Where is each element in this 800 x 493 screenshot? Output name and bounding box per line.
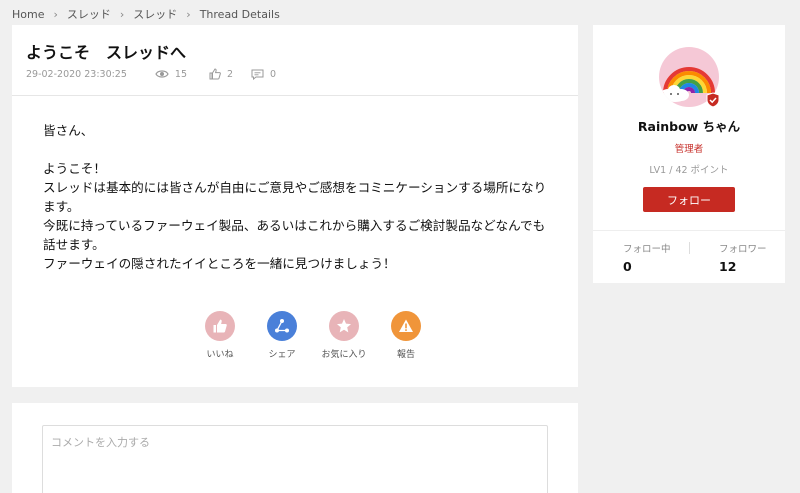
warning-icon [391,311,421,341]
post-body: 皆さん、 ようこそ！ スレッドは基本的には皆さんが自由にご意見やご感想をコミニケ… [43,121,555,273]
report-label: 報告 [396,350,415,360]
breadcrumb: Home › スレッド › スレッド › Thread Details [12,6,280,22]
chevron-right-icon: › [119,7,125,21]
comments-stat: 0 [251,69,276,80]
comments-count: 0 [270,68,277,80]
profile-role: 管理者 [674,144,704,155]
following-label: フォロー中 [623,244,671,255]
likes-stat: 2 [209,68,233,80]
follow-button[interactable]: フォロー [643,187,735,212]
divider [593,230,785,231]
views-stat: 15 [155,69,187,80]
breadcrumb-home[interactable]: Home [12,8,44,21]
following-stat[interactable]: フォロー中 0 [623,241,719,274]
profile-level: LV1 / 42 ポイント [649,165,729,176]
admin-badge-icon [706,92,720,108]
thumbs-up-outline-icon [209,68,221,80]
following-count: 0 [623,259,632,274]
eye-icon [155,70,169,78]
body-welcome: ようこそ！ [43,161,106,176]
share-icon [267,311,297,341]
favorite-label: お気に入り [321,350,367,360]
chevron-right-icon: › [53,7,58,21]
like-button[interactable]: いいね [189,311,251,360]
body-greeting: 皆さん、 [43,123,94,138]
breadcrumb-thread-1[interactable]: スレッド [67,6,111,22]
followers-label: フォロワー [719,244,767,255]
comment-card [12,403,578,493]
post-meta: 29-02-2020 23:30:25 15 2 0 [26,68,276,80]
post-title: ようこそ スレッドへ [26,43,187,62]
like-label: いいね [206,350,234,360]
breadcrumb-current: Thread Details [199,7,280,21]
profile-card: Rainbow ちゃん 管理者 LV1 / 42 ポイント フォロー フォロー中… [593,25,785,283]
views-count: 15 [174,68,187,80]
body-paragraph-1: スレッドは基本的には皆さんが自由にご意見やご感想をコミニケーションする場所になり… [43,180,547,214]
likes-count: 2 [227,68,234,80]
comment-icon [251,69,264,80]
divider [12,95,578,96]
post-date: 29-02-2020 23:30:25 [26,68,127,80]
post-actions: いいね シェア お気に入り 報告 [189,311,437,360]
share-label: シェア [268,350,296,360]
share-button[interactable]: シェア [251,311,313,360]
report-button[interactable]: 報告 [375,311,437,360]
profile-name[interactable]: Rainbow ちゃん [593,116,785,135]
divider [689,242,690,254]
followers-stat[interactable]: フォロワー 12 [719,241,800,274]
comment-input[interactable] [42,425,548,493]
star-icon [329,311,359,341]
thumbs-up-icon [205,311,235,341]
favorite-button[interactable]: お気に入り [313,311,375,360]
breadcrumb-thread-2[interactable]: スレッド [133,6,177,22]
chevron-right-icon: › [186,7,191,21]
post-card: ようこそ スレッドへ 29-02-2020 23:30:25 15 2 0 皆さ… [12,25,578,387]
body-paragraph-2: 今既に持っているファーウェイ製品、あるいはこれから購入するご検討製品などなんでも… [43,218,546,252]
body-paragraph-3: ファーウェイの隠されたイイところを一緒に見つけましょう！ [43,256,396,271]
followers-count: 12 [719,259,737,274]
